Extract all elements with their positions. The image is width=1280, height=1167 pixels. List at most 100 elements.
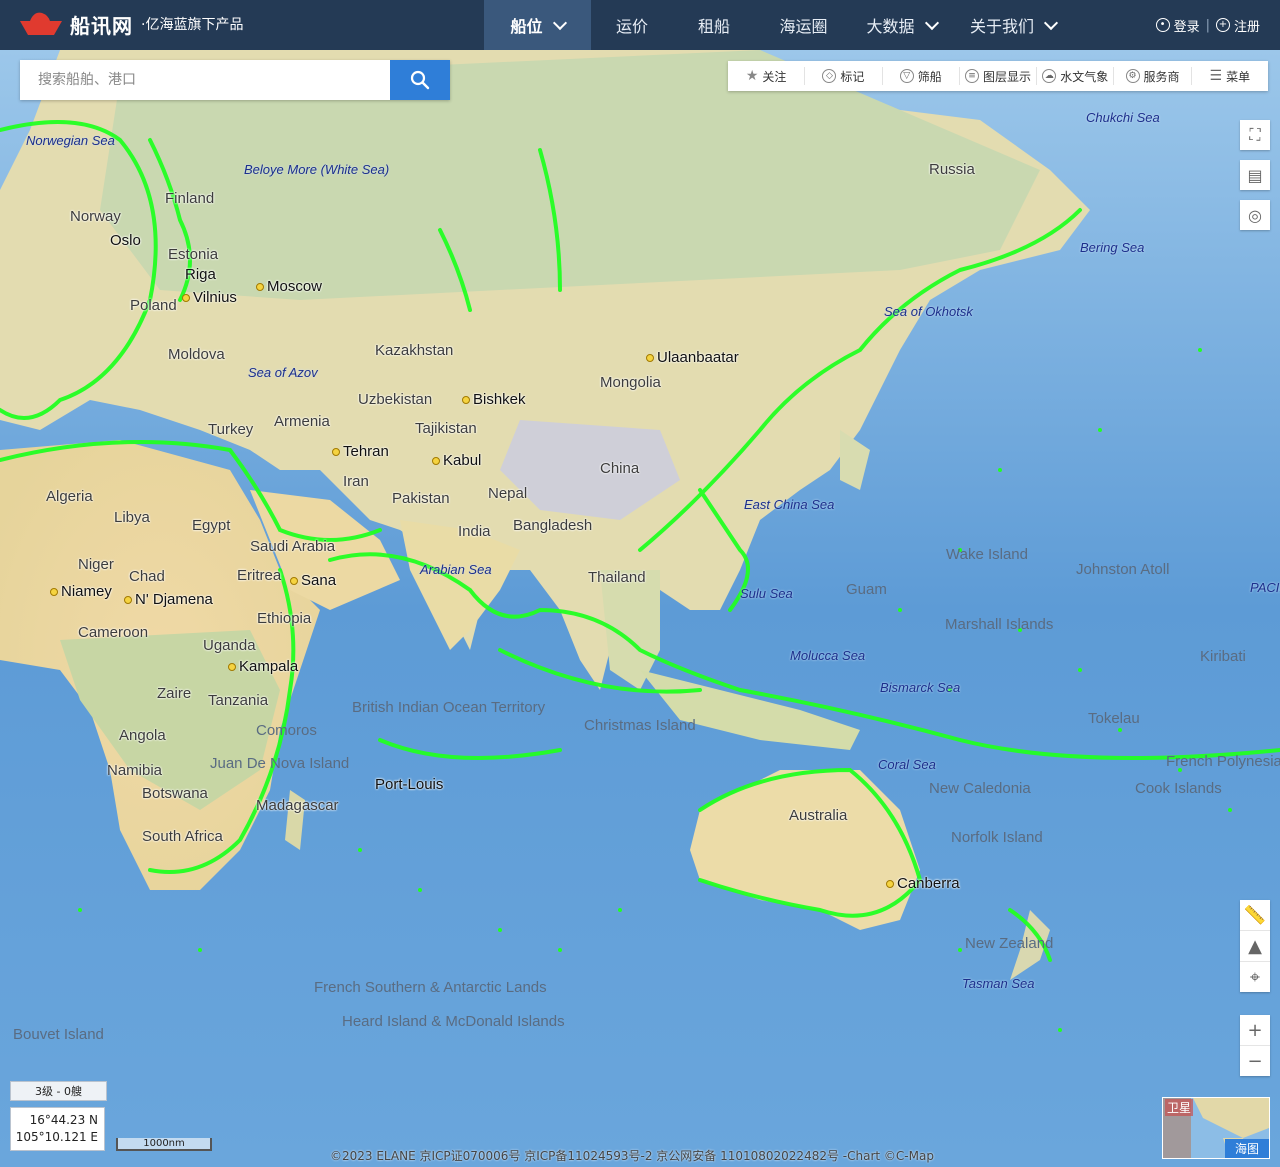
search-input[interactable] bbox=[20, 60, 390, 100]
map-label-country: Pakistan bbox=[392, 490, 450, 507]
divider: | bbox=[1205, 17, 1210, 33]
map-label-island: Norfolk Island bbox=[951, 829, 1043, 846]
map-label-country: Botswana bbox=[142, 785, 208, 802]
weather-button[interactable]: ◎ bbox=[1240, 200, 1270, 230]
map-label-country: Chad bbox=[129, 568, 165, 585]
map-label-city[interactable]: Bishkek bbox=[462, 391, 526, 408]
hydro-weather-button[interactable]: ☁ 水文气象 bbox=[1037, 67, 1115, 85]
city-name: Kampala bbox=[239, 658, 299, 675]
map-canvas[interactable] bbox=[0, 50, 1280, 1167]
chevron-down-icon bbox=[924, 15, 939, 30]
map-label-country: South Africa bbox=[142, 828, 223, 845]
city-name: Bishkek bbox=[473, 391, 526, 408]
map-label-city[interactable]: Tehran bbox=[332, 443, 389, 460]
zoom-in-button[interactable]: + bbox=[1240, 1015, 1270, 1046]
weather-icon: ☁ bbox=[1042, 69, 1057, 83]
main-nav: 船位 运价 租船 海运圈 大数据 关于我们 bbox=[484, 0, 1075, 50]
map-label-sea: Molucca Sea bbox=[790, 648, 866, 663]
longitude-readout: 105°10.121 E bbox=[15, 1130, 98, 1144]
search-button[interactable] bbox=[390, 60, 450, 100]
zoom-out-button[interactable]: − bbox=[1240, 1046, 1270, 1076]
chart-tab[interactable]: 海图 bbox=[1224, 1139, 1269, 1158]
map-label-city[interactable]: Oslo bbox=[110, 232, 141, 249]
satellite-tab[interactable]: 卫星 bbox=[1165, 1099, 1194, 1116]
map-label-city[interactable]: Niamey bbox=[50, 583, 112, 600]
map-label-island: Bouvet Island bbox=[13, 1026, 104, 1043]
city-name: Ulaanbaatar bbox=[657, 349, 739, 366]
city-name: Tehran bbox=[343, 443, 389, 460]
city-name: Kabul bbox=[443, 452, 482, 469]
menu-button[interactable]: ☰ 菜单 bbox=[1192, 67, 1268, 85]
map-label-sea: Bering Sea bbox=[1080, 240, 1145, 255]
map-label-island: British Indian Ocean Territory bbox=[352, 699, 546, 716]
nav-ship-position[interactable]: 船位 bbox=[484, 0, 591, 50]
map-label-city[interactable]: Ulaanbaatar bbox=[646, 349, 739, 366]
map-label-city[interactable]: Port-Louis bbox=[375, 776, 443, 793]
map-label-island: Comoros bbox=[256, 722, 317, 739]
map-label-city[interactable]: Vilnius bbox=[182, 289, 237, 306]
map-label-city[interactable]: Riga bbox=[185, 266, 216, 283]
north-arrow-button[interactable]: ▲ bbox=[1240, 931, 1270, 962]
nav-about-us[interactable]: 关于我们 bbox=[951, 0, 1075, 50]
filter-ships-button[interactable]: ▽ 筛船 bbox=[883, 67, 960, 85]
login-label: 登录 bbox=[1173, 19, 1200, 35]
fullscreen-button[interactable]: ⛶ bbox=[1240, 120, 1270, 150]
base-map-switcher[interactable]: 卫星 海图 bbox=[1162, 1097, 1270, 1159]
brand-subtitle: ·亿海蓝旗下产品 bbox=[141, 17, 244, 33]
map-label-island: New Zealand bbox=[965, 935, 1054, 952]
map-label-island: Wake Island bbox=[946, 546, 1028, 563]
map-label-country: Nepal bbox=[488, 485, 528, 502]
map-label-country: China bbox=[600, 460, 640, 477]
nav-freight[interactable]: 运价 bbox=[591, 0, 673, 50]
search-bar bbox=[20, 60, 450, 100]
layer-display-button[interactable]: ≡ 图层显示 bbox=[960, 67, 1038, 85]
service-icon: ⚙ bbox=[1125, 69, 1140, 83]
ship-map[interactable]: Russia Kazakhstan Mongolia Uzbekistan Ta… bbox=[0, 50, 1280, 1167]
nav-big-data[interactable]: 大数据 bbox=[852, 0, 951, 50]
login-link[interactable]: • 登录 bbox=[1155, 16, 1200, 35]
map-label-sea: Coral Sea bbox=[878, 757, 936, 772]
compass-icon: ▲ bbox=[1248, 935, 1262, 957]
map-label-sea: Tasman Sea bbox=[962, 976, 1035, 991]
mark-button[interactable]: ◇ 标记 bbox=[805, 67, 883, 85]
latitude-readout: 16°44.23 N bbox=[29, 1113, 98, 1127]
map-label-sea: Arabian Sea bbox=[420, 562, 492, 577]
map-label-island: Heard Island & McDonald Islands bbox=[342, 1013, 565, 1030]
map-label-country: Iran bbox=[343, 473, 369, 490]
city-name: Sana bbox=[301, 572, 337, 589]
map-label-city[interactable]: Moscow bbox=[256, 278, 322, 295]
register-link[interactable]: + 注册 bbox=[1215, 16, 1260, 35]
map-label-country: India bbox=[458, 523, 491, 540]
map-label-city[interactable]: N' Djamena bbox=[124, 591, 213, 608]
nav-label: 船位 bbox=[510, 17, 543, 36]
city-marker-icon bbox=[332, 448, 340, 457]
map-label-country: Poland bbox=[130, 297, 177, 314]
nav-charter[interactable]: 租船 bbox=[673, 0, 755, 50]
city-marker-icon bbox=[228, 663, 236, 672]
layers-panel-button[interactable]: ▤ bbox=[1240, 160, 1270, 190]
tool-label: 筛船 bbox=[917, 69, 942, 84]
map-label-city[interactable]: Kampala bbox=[228, 658, 298, 675]
map-label-sea: Beloye More (White Sea) bbox=[244, 162, 390, 177]
city-name: Canberra bbox=[897, 875, 960, 892]
menu-icon: ☰ bbox=[1209, 68, 1223, 84]
map-label-island: New Caledonia bbox=[929, 780, 1031, 797]
map-label-country: Zaire bbox=[157, 685, 192, 702]
brand-logo[interactable]: 船讯网 ·亿海蓝旗下产品 bbox=[18, 9, 243, 39]
nav-label: 关于我们 bbox=[969, 17, 1034, 36]
map-label-city[interactable]: Kabul bbox=[432, 452, 481, 469]
follow-button[interactable]: ★ 关注 bbox=[728, 67, 806, 85]
service-provider-button[interactable]: ⚙ 服务商 bbox=[1114, 67, 1192, 85]
map-label-country: Cameroon bbox=[78, 624, 149, 641]
city-marker-icon bbox=[182, 294, 190, 303]
map-label-sea: Chukchi Sea bbox=[1086, 110, 1160, 125]
locate-button[interactable]: ⌖ bbox=[1240, 962, 1270, 992]
city-marker-icon bbox=[124, 596, 132, 605]
ruler-button[interactable]: 📏 bbox=[1240, 900, 1270, 931]
map-label-city[interactable]: Canberra bbox=[886, 875, 960, 892]
tool-label: 水文气象 bbox=[1060, 69, 1109, 84]
map-label-country: Namibia bbox=[107, 762, 163, 779]
nav-shipping-circle[interactable]: 海运圈 bbox=[755, 0, 852, 50]
map-label-country: Uzbekistan bbox=[358, 391, 433, 408]
map-label-city[interactable]: Sana bbox=[290, 572, 336, 589]
